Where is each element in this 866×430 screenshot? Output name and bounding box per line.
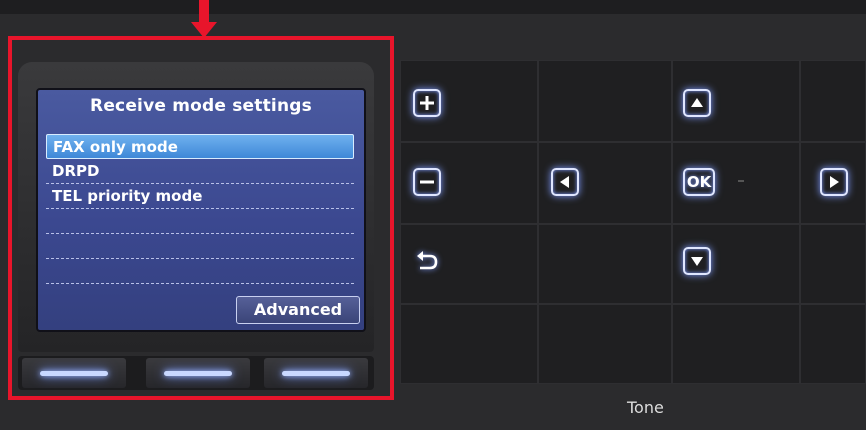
list-item-empty — [46, 259, 354, 284]
arrow-up-icon — [691, 98, 703, 107]
function-light-icon — [282, 371, 350, 376]
function-light-icon — [164, 371, 232, 376]
keypad-cell — [800, 60, 866, 142]
arrow-left-button[interactable] — [551, 168, 579, 196]
back-icon — [417, 251, 438, 270]
advanced-soft-label: Advanced — [236, 296, 360, 324]
keypad-cell — [538, 60, 672, 142]
back-button[interactable] — [413, 247, 441, 275]
keypad-cell — [538, 224, 672, 304]
function-button-right[interactable] — [264, 358, 368, 388]
arrow-right-button[interactable] — [820, 168, 848, 196]
arrow-down-button[interactable] — [683, 247, 711, 275]
arrow-right-icon — [830, 176, 839, 188]
separator-mark — [738, 180, 744, 182]
minus-icon — [420, 180, 434, 184]
keypad-cell — [800, 224, 866, 304]
arrow-down-icon — [691, 257, 703, 266]
function-button-left[interactable] — [22, 358, 126, 388]
receive-mode-list: FAX only mode DRPD TEL priority mode — [46, 134, 354, 284]
top-panel-edge — [0, 0, 866, 14]
list-item-fax-only-mode[interactable]: FAX only mode — [46, 134, 354, 159]
ok-button[interactable]: OK — [683, 168, 715, 196]
keypad-panel — [400, 60, 866, 384]
keypad-cell — [538, 304, 672, 384]
minus-button[interactable] — [413, 168, 441, 196]
tone-label: Tone — [627, 398, 664, 417]
list-item-drpd[interactable]: DRPD — [46, 159, 354, 184]
function-button-center[interactable] — [146, 358, 250, 388]
list-item-empty — [46, 209, 354, 234]
list-item-tel-priority-mode[interactable]: TEL priority mode — [46, 184, 354, 209]
plus-icon — [420, 96, 434, 110]
lcd-screen: Receive mode settings FAX only mode DRPD… — [36, 88, 366, 332]
plus-button[interactable] — [413, 89, 441, 117]
keypad-cell — [800, 304, 866, 384]
function-light-icon — [40, 371, 108, 376]
list-item-empty — [46, 234, 354, 259]
arrow-up-button[interactable] — [683, 89, 711, 117]
keypad-cell — [672, 304, 800, 384]
keypad-cell — [400, 304, 538, 384]
arrow-left-icon — [560, 176, 569, 188]
screen-title: Receive mode settings — [90, 96, 312, 116]
red-arrow-down-icon — [191, 0, 217, 38]
ok-label: OK — [686, 173, 712, 191]
